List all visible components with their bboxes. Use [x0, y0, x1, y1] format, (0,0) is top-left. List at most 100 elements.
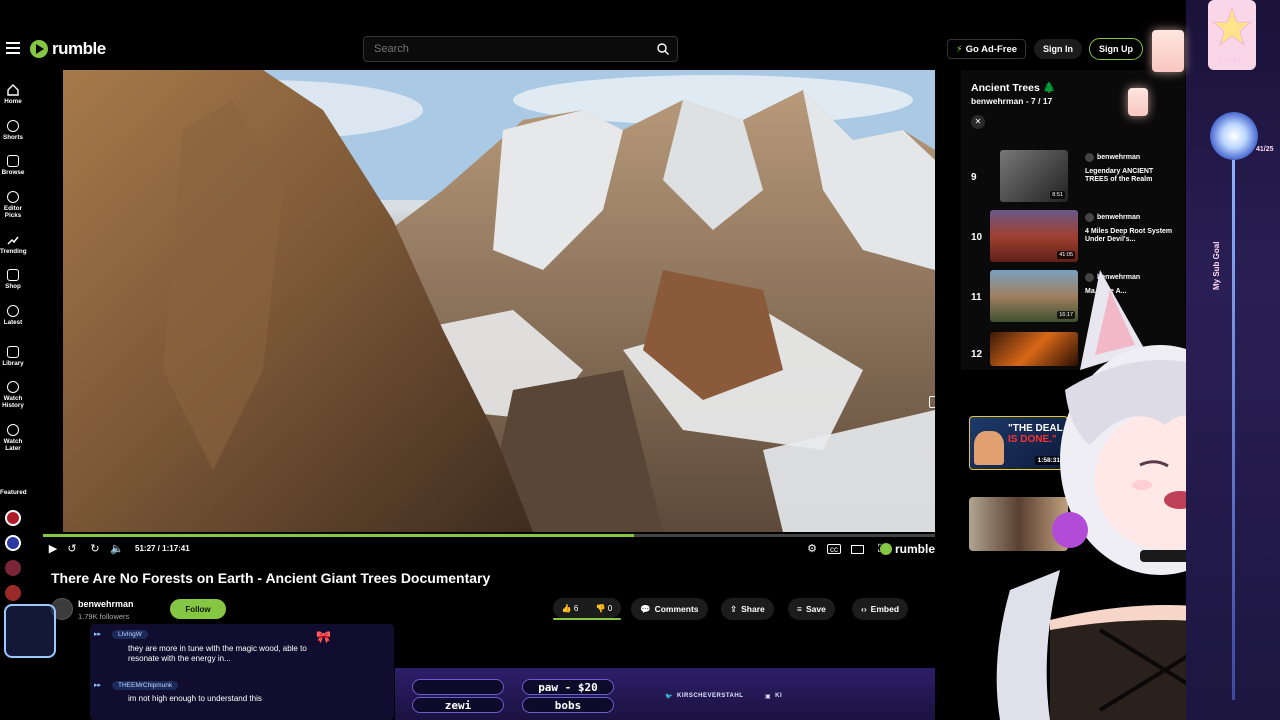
nav-label: Shop [5, 283, 21, 290]
vote-ratio-bar [553, 618, 621, 620]
donation-pill: bobs [522, 697, 614, 713]
nav-editor-picks[interactable]: Editor Picks [0, 191, 26, 219]
share-label: Share [741, 604, 765, 614]
shorts-icon [7, 120, 19, 132]
nav-label: Library [2, 360, 24, 367]
playlist-item[interactable]: 9 8:51 benwehrman Legendary ANCIENT TREE… [961, 150, 1185, 206]
theater-mode-icon[interactable] [851, 545, 864, 554]
dislike-button[interactable]: 👎 0 [596, 604, 613, 613]
duration-badge: 8:51 [1050, 191, 1065, 199]
video-player[interactable]: ▶ ↺ ↻ 🔈 51:27 / 1:17:41 ⚙ cc ⛶ rumble [43, 70, 935, 560]
comments-button[interactable]: 💬 Comments [631, 598, 708, 620]
bow-icon: 🎀 [316, 630, 331, 644]
shop-icon [7, 269, 19, 281]
playlist-position: - 7 / 17 [1025, 96, 1053, 106]
share-button[interactable]: ⇪ Share [721, 598, 774, 620]
clock-icon [7, 305, 19, 317]
playlist-channel[interactable]: benwehrman [971, 96, 1023, 106]
save-button[interactable]: ≡ Save [788, 598, 835, 620]
rumble-logo[interactable]: rumble [30, 39, 106, 59]
donation-pill: zewi [412, 697, 504, 713]
donation-name: paw - $20 [538, 680, 598, 694]
dislike-count: 0 [607, 603, 613, 613]
twitter-icon: 🐦 [665, 693, 673, 700]
featured-channel-avatar[interactable] [5, 560, 21, 576]
sub-goal-progress [1232, 160, 1235, 700]
donation-pill: paw - $20 [522, 679, 614, 695]
discord-icon: ▣ [765, 693, 772, 700]
sign-in-button[interactable]: Sign In [1034, 39, 1082, 59]
chat-username: THEEMrChipmunk [112, 681, 179, 690]
mountain-scene [63, 70, 935, 532]
playlist-item-channel[interactable]: benwehrman [1085, 153, 1140, 162]
featured-channel-avatar[interactable] [5, 535, 21, 551]
search-box[interactable] [363, 36, 678, 62]
bolt-icon: ⚡ [956, 43, 963, 55]
donation-name: zewi [444, 698, 472, 712]
menu-icon[interactable] [6, 42, 20, 54]
nav-shop[interactable]: Shop [0, 269, 26, 290]
follow-button[interactable]: Follow [170, 599, 226, 619]
nav-label: Watch History [2, 395, 24, 409]
chat-bullet-icon: ▸▸ [94, 631, 102, 638]
browse-icon [7, 155, 19, 167]
embed-icon: ‹› [861, 604, 867, 614]
nav-watch-later[interactable]: Watch Later [0, 424, 26, 452]
go-ad-free-button[interactable]: ⚡ Go Ad-Free [947, 39, 1027, 59]
settings-icon[interactable]: ⚙ [805, 542, 819, 556]
library-icon [7, 346, 19, 358]
forward-icon[interactable]: ↻ [88, 542, 102, 556]
chat-message: im not high enough to understand this [128, 694, 262, 703]
ribbon-icon [7, 191, 19, 203]
sign-up-button[interactable]: Sign Up [1089, 38, 1143, 60]
playlist-thumbnail[interactable]: 8:51 [1000, 150, 1068, 202]
donation-pill [412, 679, 504, 695]
rewind-icon[interactable]: ↺ [65, 542, 79, 556]
rumble-logo-icon [879, 543, 892, 555]
volume-icon[interactable]: 🔈 [110, 542, 124, 556]
nav-label: Watch Later [3, 438, 23, 452]
featured-channel-avatar[interactable] [5, 585, 21, 601]
social-handle: 🐦 KIRSCHEVERSTAHL [665, 690, 743, 702]
featured-label: Featured [0, 489, 27, 496]
nav-label: Latest [3, 319, 23, 326]
featured-channel-avatar[interactable] [5, 510, 21, 526]
go-ad-free-label: Go Ad-Free [965, 43, 1018, 55]
channel-name[interactable]: benwehrman [78, 599, 134, 609]
chat-bullet-icon: ▸▸ [94, 682, 102, 689]
nav-browse[interactable]: Browse [0, 155, 26, 176]
progress-fill [43, 534, 634, 537]
close-icon[interactable]: ✕ [971, 115, 985, 129]
rumble-watermark[interactable]: rumble [879, 542, 935, 556]
nav-home[interactable]: Home [0, 84, 26, 105]
trending-icon [7, 236, 19, 245]
playlist-item-channel[interactable]: benwehrman [1085, 213, 1140, 222]
sub-goal-label: My Sub Goal [1212, 241, 1221, 290]
nav-trending[interactable]: Trending [0, 234, 27, 255]
embed-button[interactable]: ‹› Embed [852, 598, 909, 620]
share-icon: ⇪ [730, 603, 738, 614]
captions-icon[interactable]: cc [827, 544, 841, 554]
follower-count: 1.79K followers [78, 612, 130, 621]
like-button[interactable]: 👍 6 [562, 604, 579, 613]
video-frame[interactable] [63, 70, 935, 532]
search-icon[interactable] [656, 42, 670, 56]
nav-label: Editor Picks [3, 205, 23, 219]
search-input[interactable] [364, 37, 644, 61]
social-handle-text: KIRSCHEVERSTAHL [676, 693, 744, 699]
playlist-item-title[interactable]: Legendary ANCIENT TREES of the Realm [1085, 168, 1175, 184]
nav-watch-history[interactable]: Watch History [0, 381, 26, 409]
chat-overlay: ▸▸ LIvIngW 🎀 they are more in tune with … [90, 624, 394, 720]
sub-goal-orb [1210, 112, 1258, 160]
history-icon [7, 381, 19, 393]
progress-bar[interactable] [43, 534, 935, 537]
nav-library[interactable]: Library [0, 346, 26, 367]
logo-text: rumble [52, 39, 106, 58]
nav-shorts[interactable]: Shorts [0, 120, 26, 141]
nav-latest[interactable]: Latest [0, 305, 26, 326]
avatar [1085, 153, 1094, 162]
live-label: LIVE! [1219, 58, 1242, 65]
play-icon[interactable]: ▶ [46, 542, 60, 556]
lantern-decoration [1152, 30, 1184, 72]
playlist-title[interactable]: Ancient Trees 🌲 [971, 81, 1056, 94]
